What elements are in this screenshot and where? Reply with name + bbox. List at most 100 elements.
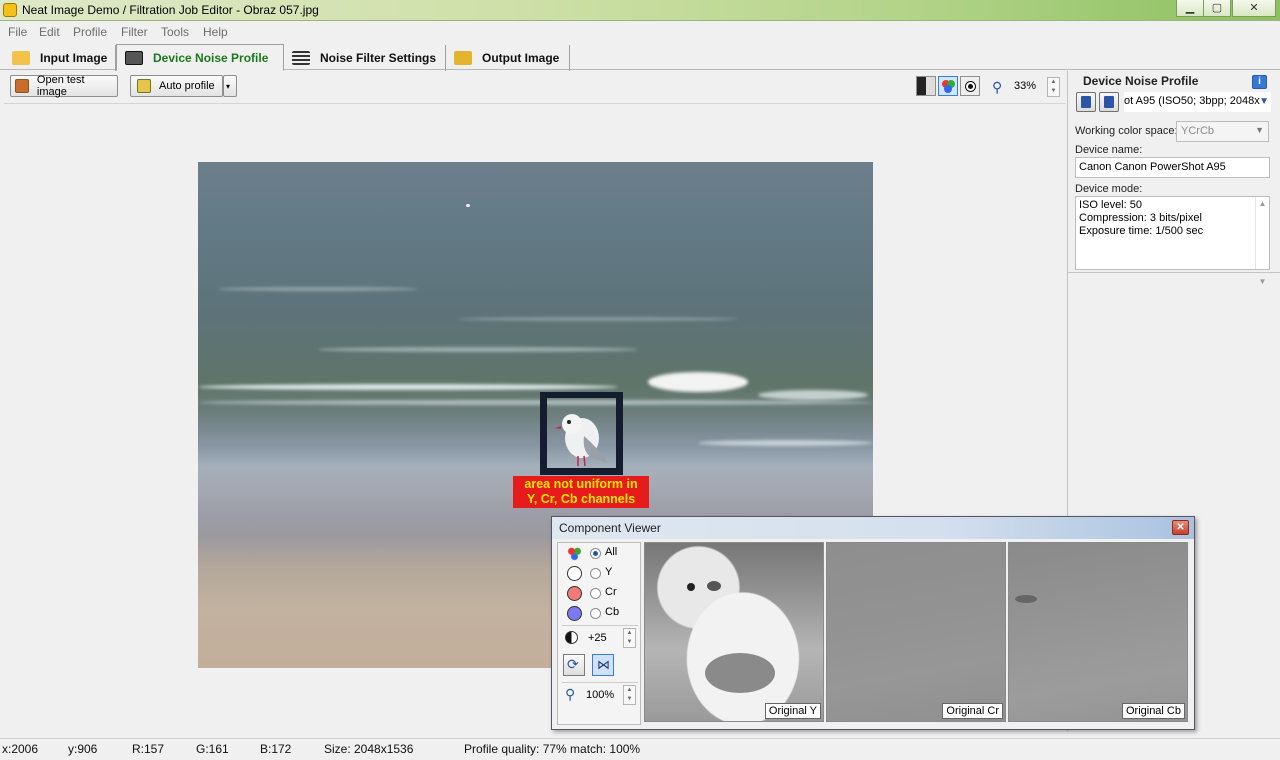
info-icon[interactable]: i <box>1252 75 1267 89</box>
device-mode-line: ISO level: 50 <box>1079 199 1142 211</box>
chevron-down-icon: ▼ <box>1259 96 1269 107</box>
device-mode-line: Compression: 3 bits/pixel <box>1079 212 1202 224</box>
open-image-icon <box>15 79 29 93</box>
menu-profile[interactable]: Profile <box>73 25 107 39</box>
warning-line-2: Y, Cr, Cb channels <box>526 492 636 506</box>
status-r: R:157 <box>132 742 165 756</box>
menu-filter[interactable]: Filter <box>121 25 148 39</box>
cb-label: Cb <box>605 606 620 618</box>
original-cb-panel[interactable]: Original Cb <box>1008 542 1188 722</box>
panel-divider <box>1068 272 1280 273</box>
y-radio[interactable] <box>590 568 601 579</box>
all-channels-icon <box>567 546 582 561</box>
device-mode-line: Exposure time: 1/500 sec <box>1079 225 1204 237</box>
camera-icon <box>125 50 143 65</box>
zoom-icon: ⚲ <box>992 79 1003 95</box>
profile-combo-value: ot A95 (ISO50; 3bpp; 2048x <box>1124 95 1260 107</box>
gull-image <box>555 414 608 467</box>
status-profile-quality: Profile quality: 77% match: 100% <box>464 742 641 756</box>
divider <box>562 682 638 683</box>
warning-line-1: area not uniform in <box>524 477 638 491</box>
toolbar: Open test image Auto profile ▾ ⚲ 33% ▲ ▼ <box>0 71 1066 101</box>
device-name-field[interactable]: Canon Canon PowerShot A95 <box>1075 157 1270 178</box>
contrast-icon <box>565 631 578 644</box>
original-y-panel[interactable]: Original Y <box>644 542 824 722</box>
close-button[interactable]: ✕ <box>1232 0 1276 17</box>
channel-option-all[interactable]: All <box>558 543 642 563</box>
contrast-value: +25 <box>588 632 607 644</box>
device-mode-label: Device mode: <box>1075 183 1143 195</box>
title-bar: Neat Image Demo / Filtration Job Editor … <box>0 0 1280 21</box>
refresh-icon[interactable]: ⟳ <box>563 654 585 676</box>
tab-device-noise-profile[interactable]: Device Noise Profile <box>116 44 284 71</box>
y-label: Y <box>605 566 613 578</box>
status-bar: x:2006 y:906 R:157 G:161 B:172 Size: 204… <box>0 738 1280 760</box>
app-icon <box>3 3 17 17</box>
menu-file[interactable]: File <box>8 25 27 39</box>
compare-icon[interactable]: ⋈ <box>592 654 614 676</box>
original-cr-panel[interactable]: Original Cr <box>826 542 1006 722</box>
auto-profile-icon <box>137 79 151 93</box>
tab-input-image[interactable]: Input Image <box>4 45 116 71</box>
cr-channel-icon <box>567 586 582 601</box>
auto-profile-dropdown[interactable]: ▾ <box>223 75 237 97</box>
tab-label: Input Image <box>40 51 108 65</box>
chevron-down-icon: ▼ <box>1255 125 1264 135</box>
maximize-button[interactable]: ▢ <box>1203 0 1231 17</box>
original-cr-caption: Original Cr <box>942 703 1003 719</box>
cr-radio[interactable] <box>590 588 601 599</box>
menu-tools[interactable]: Tools <box>161 25 189 39</box>
component-viewer-titlebar[interactable]: Component Viewer ✕ <box>552 517 1194 539</box>
filter-settings-icon <box>292 51 310 65</box>
brightness-icon[interactable] <box>960 76 980 96</box>
panel-title: Device Noise Profile <box>1083 74 1199 88</box>
tab-noise-filter-settings[interactable]: Noise Filter Settings <box>284 45 446 71</box>
device-mode-field[interactable]: ISO level: 50 Compression: 3 bits/pixel … <box>1075 196 1270 286</box>
contrast-stepper[interactable]: ▲ ▼ <box>623 628 636 648</box>
working-color-space-value: YCrCb <box>1181 125 1215 137</box>
viewer-zoom-value: 100% <box>586 689 615 701</box>
menu-edit[interactable]: Edit <box>39 25 60 39</box>
save-profile-icon[interactable] <box>1099 92 1119 112</box>
working-color-space-select[interactable]: YCrCb ▼ <box>1176 121 1269 142</box>
all-label: All <box>605 546 618 558</box>
device-name-label: Device name: <box>1075 144 1143 156</box>
cb-radio[interactable] <box>590 608 601 619</box>
status-b: B:172 <box>260 742 292 756</box>
channel-option-y[interactable]: Y <box>558 563 642 583</box>
open-test-image-button[interactable]: Open test image <box>10 74 118 98</box>
main-tabs: Input Image Device Noise Profile Noise F… <box>0 42 1280 71</box>
menu-bar: File Edit Profile Filter Tools Help <box>0 22 1280 42</box>
channel-option-cb[interactable]: Cb <box>558 603 642 623</box>
close-icon[interactable]: ✕ <box>1172 520 1189 535</box>
device-mode-scrollbar[interactable]: ▲ ▼ <box>1255 197 1269 286</box>
non-uniform-area-warning: area not uniform in Y, Cr, Cb channels <box>513 476 649 508</box>
input-image-icon <box>12 51 30 65</box>
viewer-zoom-stepper[interactable]: ▲ ▼ <box>623 685 636 705</box>
auto-profile-button[interactable]: Auto profile <box>130 75 223 97</box>
tab-label: Output Image <box>482 51 560 65</box>
view-color-channels-icon[interactable] <box>938 76 958 96</box>
zoom-icon: ⚲ <box>565 686 576 702</box>
component-viewer-controls: All Y Cr Cb +25 ▲ ▼ ⟳ ⋈ ⚲ 100% ▲ ▼ <box>557 542 641 725</box>
menu-help[interactable]: Help <box>203 25 228 39</box>
status-x: x:2006 <box>2 742 39 756</box>
divider <box>562 625 638 626</box>
zoom-stepper[interactable]: ▲ ▼ <box>1047 77 1060 97</box>
all-radio[interactable] <box>590 548 601 559</box>
y-channel-icon <box>567 566 582 581</box>
component-viewer-window: Component Viewer ✕ All Y Cr Cb +25 ▲ ▼ ⟳… <box>551 516 1195 730</box>
view-grayscale-icon[interactable] <box>916 76 936 96</box>
minimize-button[interactable]: ▁ <box>1176 0 1204 17</box>
working-color-space-label: Working color space: <box>1075 125 1178 137</box>
original-y-caption: Original Y <box>764 703 821 719</box>
tab-label: Noise Filter Settings <box>320 51 437 65</box>
channel-option-cr[interactable]: Cr <box>558 583 642 603</box>
profile-combo[interactable]: ot A95 (ISO50; 3bpp; 2048x ▼ <box>1124 92 1271 112</box>
open-test-image-label: Open test image <box>36 74 85 98</box>
contrast-control: +25 ▲ ▼ <box>558 628 642 648</box>
tab-output-image[interactable]: Output Image <box>446 45 570 71</box>
status-size: Size: 2048x1536 <box>324 742 414 756</box>
cb-channel-icon <box>567 606 582 621</box>
load-profile-icon[interactable] <box>1076 92 1096 112</box>
